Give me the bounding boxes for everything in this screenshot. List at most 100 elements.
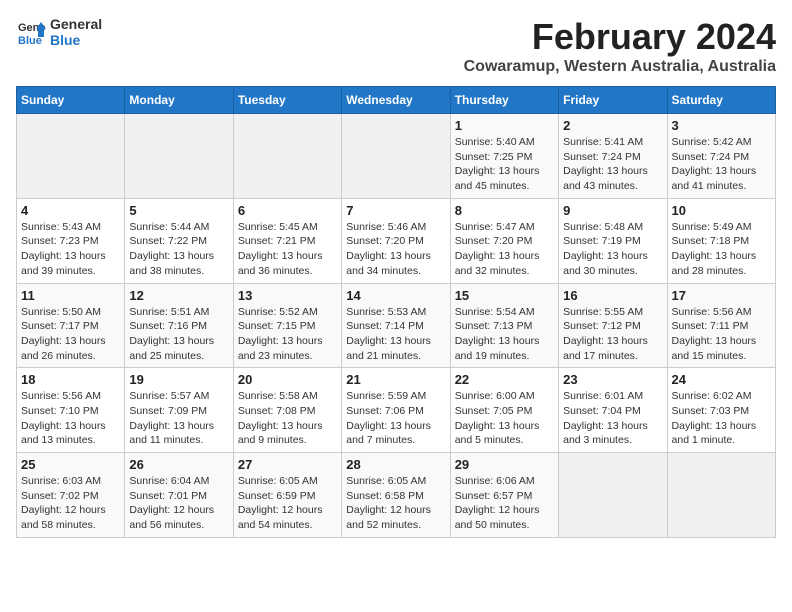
day-number: 19 xyxy=(129,372,228,387)
day-detail: Sunrise: 5:41 AM Sunset: 7:24 PM Dayligh… xyxy=(563,135,662,194)
day-detail: Sunrise: 6:01 AM Sunset: 7:04 PM Dayligh… xyxy=(563,389,662,448)
day-number: 29 xyxy=(455,457,554,472)
calendar-day-cell xyxy=(342,114,450,199)
calendar-day-cell: 27Sunrise: 6:05 AM Sunset: 6:59 PM Dayli… xyxy=(233,453,341,538)
calendar: SundayMondayTuesdayWednesdayThursdayFrid… xyxy=(16,86,776,538)
day-detail: Sunrise: 5:55 AM Sunset: 7:12 PM Dayligh… xyxy=(563,305,662,364)
weekday-header-cell: Sunday xyxy=(17,87,125,114)
day-detail: Sunrise: 5:42 AM Sunset: 7:24 PM Dayligh… xyxy=(672,135,771,194)
day-number: 20 xyxy=(238,372,337,387)
day-detail: Sunrise: 6:00 AM Sunset: 7:05 PM Dayligh… xyxy=(455,389,554,448)
calendar-day-cell: 15Sunrise: 5:54 AM Sunset: 7:13 PM Dayli… xyxy=(450,283,558,368)
calendar-day-cell: 8 Sunrise: 5:47 AM Sunset: 7:20 PM Daylig… xyxy=(450,198,558,283)
day-number: 5 xyxy=(129,203,228,218)
day-detail: Sunrise: 5:52 AM Sunset: 7:15 PM Dayligh… xyxy=(238,305,337,364)
calendar-day-cell: 22 Sunrise: 6:00 AM Sunset: 7:05 PM Dayli… xyxy=(450,368,558,453)
calendar-day-cell: 1 Sunrise: 5:40 AM Sunset: 7:25 PM Daylig… xyxy=(450,114,558,199)
day-detail: Sunrise: 5:45 AM Sunset: 7:21 PM Dayligh… xyxy=(238,220,337,279)
calendar-week-row: 4Sunrise: 5:43 AM Sunset: 7:23 PM Daylig… xyxy=(17,198,776,283)
calendar-day-cell: 21 Sunrise: 5:59 AM Sunset: 7:06 PM Dayli… xyxy=(342,368,450,453)
day-detail: Sunrise: 5:56 AM Sunset: 7:10 PM Dayligh… xyxy=(21,389,120,448)
day-number: 6 xyxy=(238,203,337,218)
weekday-header-cell: Thursday xyxy=(450,87,558,114)
calendar-body: 1 Sunrise: 5:40 AM Sunset: 7:25 PM Daylig… xyxy=(17,114,776,538)
calendar-day-cell: 26 Sunrise: 6:04 AM Sunset: 7:01 PM Dayli… xyxy=(125,453,233,538)
day-number: 26 xyxy=(129,457,228,472)
day-number: 3 xyxy=(672,118,771,133)
calendar-day-cell xyxy=(125,114,233,199)
day-number: 10 xyxy=(672,203,771,218)
calendar-day-cell: 29 Sunrise: 6:06 AM Sunset: 6:57 PM Dayli… xyxy=(450,453,558,538)
calendar-day-cell: 23 Sunrise: 6:01 AM Sunset: 7:04 PM Dayli… xyxy=(559,368,667,453)
day-number: 1 xyxy=(455,118,554,133)
calendar-day-cell: 6 Sunrise: 5:45 AM Sunset: 7:21 PM Daylig… xyxy=(233,198,341,283)
day-number: 9 xyxy=(563,203,662,218)
month-title: February 2024 xyxy=(464,16,776,58)
day-detail: Sunrise: 5:44 AM Sunset: 7:22 PM Dayligh… xyxy=(129,220,228,279)
day-detail: Sunrise: 6:02 AM Sunset: 7:03 PM Dayligh… xyxy=(672,389,771,448)
calendar-week-row: 25 Sunrise: 6:03 AM Sunset: 7:02 PM Dayli… xyxy=(17,453,776,538)
day-detail: Sunrise: 5:58 AM Sunset: 7:08 PM Dayligh… xyxy=(238,389,337,448)
calendar-day-cell xyxy=(17,114,125,199)
logo: General Blue General Blue xyxy=(16,16,102,48)
day-number: 12 xyxy=(129,288,228,303)
calendar-day-cell: 25 Sunrise: 6:03 AM Sunset: 7:02 PM Dayli… xyxy=(17,453,125,538)
day-number: 8 xyxy=(455,203,554,218)
day-detail: Sunrise: 5:40 AM Sunset: 7:25 PM Dayligh… xyxy=(455,135,554,194)
calendar-day-cell: 14Sunrise: 5:53 AM Sunset: 7:14 PM Dayli… xyxy=(342,283,450,368)
calendar-day-cell: 9 Sunrise: 5:48 AM Sunset: 7:19 PM Daylig… xyxy=(559,198,667,283)
day-detail: Sunrise: 6:06 AM Sunset: 6:57 PM Dayligh… xyxy=(455,474,554,533)
calendar-week-row: 1 Sunrise: 5:40 AM Sunset: 7:25 PM Daylig… xyxy=(17,114,776,199)
day-detail: Sunrise: 5:47 AM Sunset: 7:20 PM Dayligh… xyxy=(455,220,554,279)
calendar-day-cell: 19 Sunrise: 5:57 AM Sunset: 7:09 PM Dayli… xyxy=(125,368,233,453)
day-detail: Sunrise: 6:03 AM Sunset: 7:02 PM Dayligh… xyxy=(21,474,120,533)
location-title: Cowaramup, Western Australia, Australia xyxy=(464,58,776,76)
calendar-day-cell xyxy=(667,453,775,538)
header: General Blue General Blue February 2024 … xyxy=(16,16,776,76)
weekday-header-cell: Tuesday xyxy=(233,87,341,114)
day-detail: Sunrise: 5:54 AM Sunset: 7:13 PM Dayligh… xyxy=(455,305,554,364)
weekday-header-cell: Monday xyxy=(125,87,233,114)
logo-line2: Blue xyxy=(50,32,102,48)
calendar-day-cell: 4Sunrise: 5:43 AM Sunset: 7:23 PM Daylig… xyxy=(17,198,125,283)
calendar-day-cell xyxy=(559,453,667,538)
calendar-day-cell: 17Sunrise: 5:56 AM Sunset: 7:11 PM Dayli… xyxy=(667,283,775,368)
calendar-day-cell: 28Sunrise: 6:05 AM Sunset: 6:58 PM Dayli… xyxy=(342,453,450,538)
calendar-week-row: 11 Sunrise: 5:50 AM Sunset: 7:17 PM Dayli… xyxy=(17,283,776,368)
weekday-header-row: SundayMondayTuesdayWednesdayThursdayFrid… xyxy=(17,87,776,114)
day-number: 2 xyxy=(563,118,662,133)
calendar-day-cell: 5 Sunrise: 5:44 AM Sunset: 7:22 PM Daylig… xyxy=(125,198,233,283)
calendar-day-cell: 11 Sunrise: 5:50 AM Sunset: 7:17 PM Dayli… xyxy=(17,283,125,368)
day-number: 22 xyxy=(455,372,554,387)
day-number: 21 xyxy=(346,372,445,387)
calendar-day-cell: 20 Sunrise: 5:58 AM Sunset: 7:08 PM Dayli… xyxy=(233,368,341,453)
day-detail: Sunrise: 6:05 AM Sunset: 6:59 PM Dayligh… xyxy=(238,474,337,533)
calendar-day-cell xyxy=(233,114,341,199)
day-detail: Sunrise: 5:48 AM Sunset: 7:19 PM Dayligh… xyxy=(563,220,662,279)
day-number: 23 xyxy=(563,372,662,387)
day-detail: Sunrise: 5:56 AM Sunset: 7:11 PM Dayligh… xyxy=(672,305,771,364)
weekday-header-cell: Friday xyxy=(559,87,667,114)
day-detail: Sunrise: 6:05 AM Sunset: 6:58 PM Dayligh… xyxy=(346,474,445,533)
calendar-week-row: 18 Sunrise: 5:56 AM Sunset: 7:10 PM Dayli… xyxy=(17,368,776,453)
day-number: 25 xyxy=(21,457,120,472)
day-detail: Sunrise: 5:50 AM Sunset: 7:17 PM Dayligh… xyxy=(21,305,120,364)
logo-line1: General xyxy=(50,16,102,32)
calendar-day-cell: 24 Sunrise: 6:02 AM Sunset: 7:03 PM Dayli… xyxy=(667,368,775,453)
day-number: 18 xyxy=(21,372,120,387)
day-number: 7 xyxy=(346,203,445,218)
day-detail: Sunrise: 5:51 AM Sunset: 7:16 PM Dayligh… xyxy=(129,305,228,364)
calendar-day-cell: 16Sunrise: 5:55 AM Sunset: 7:12 PM Dayli… xyxy=(559,283,667,368)
calendar-day-cell: 10 Sunrise: 5:49 AM Sunset: 7:18 PM Dayli… xyxy=(667,198,775,283)
title-block: February 2024 Cowaramup, Western Austral… xyxy=(464,16,776,76)
day-number: 14 xyxy=(346,288,445,303)
calendar-day-cell: 12 Sunrise: 5:51 AM Sunset: 7:16 PM Dayli… xyxy=(125,283,233,368)
day-number: 24 xyxy=(672,372,771,387)
day-detail: Sunrise: 5:57 AM Sunset: 7:09 PM Dayligh… xyxy=(129,389,228,448)
day-detail: Sunrise: 5:49 AM Sunset: 7:18 PM Dayligh… xyxy=(672,220,771,279)
calendar-day-cell: 7Sunrise: 5:46 AM Sunset: 7:20 PM Daylig… xyxy=(342,198,450,283)
day-detail: Sunrise: 5:59 AM Sunset: 7:06 PM Dayligh… xyxy=(346,389,445,448)
day-detail: Sunrise: 5:43 AM Sunset: 7:23 PM Dayligh… xyxy=(21,220,120,279)
day-detail: Sunrise: 6:04 AM Sunset: 7:01 PM Dayligh… xyxy=(129,474,228,533)
day-number: 11 xyxy=(21,288,120,303)
